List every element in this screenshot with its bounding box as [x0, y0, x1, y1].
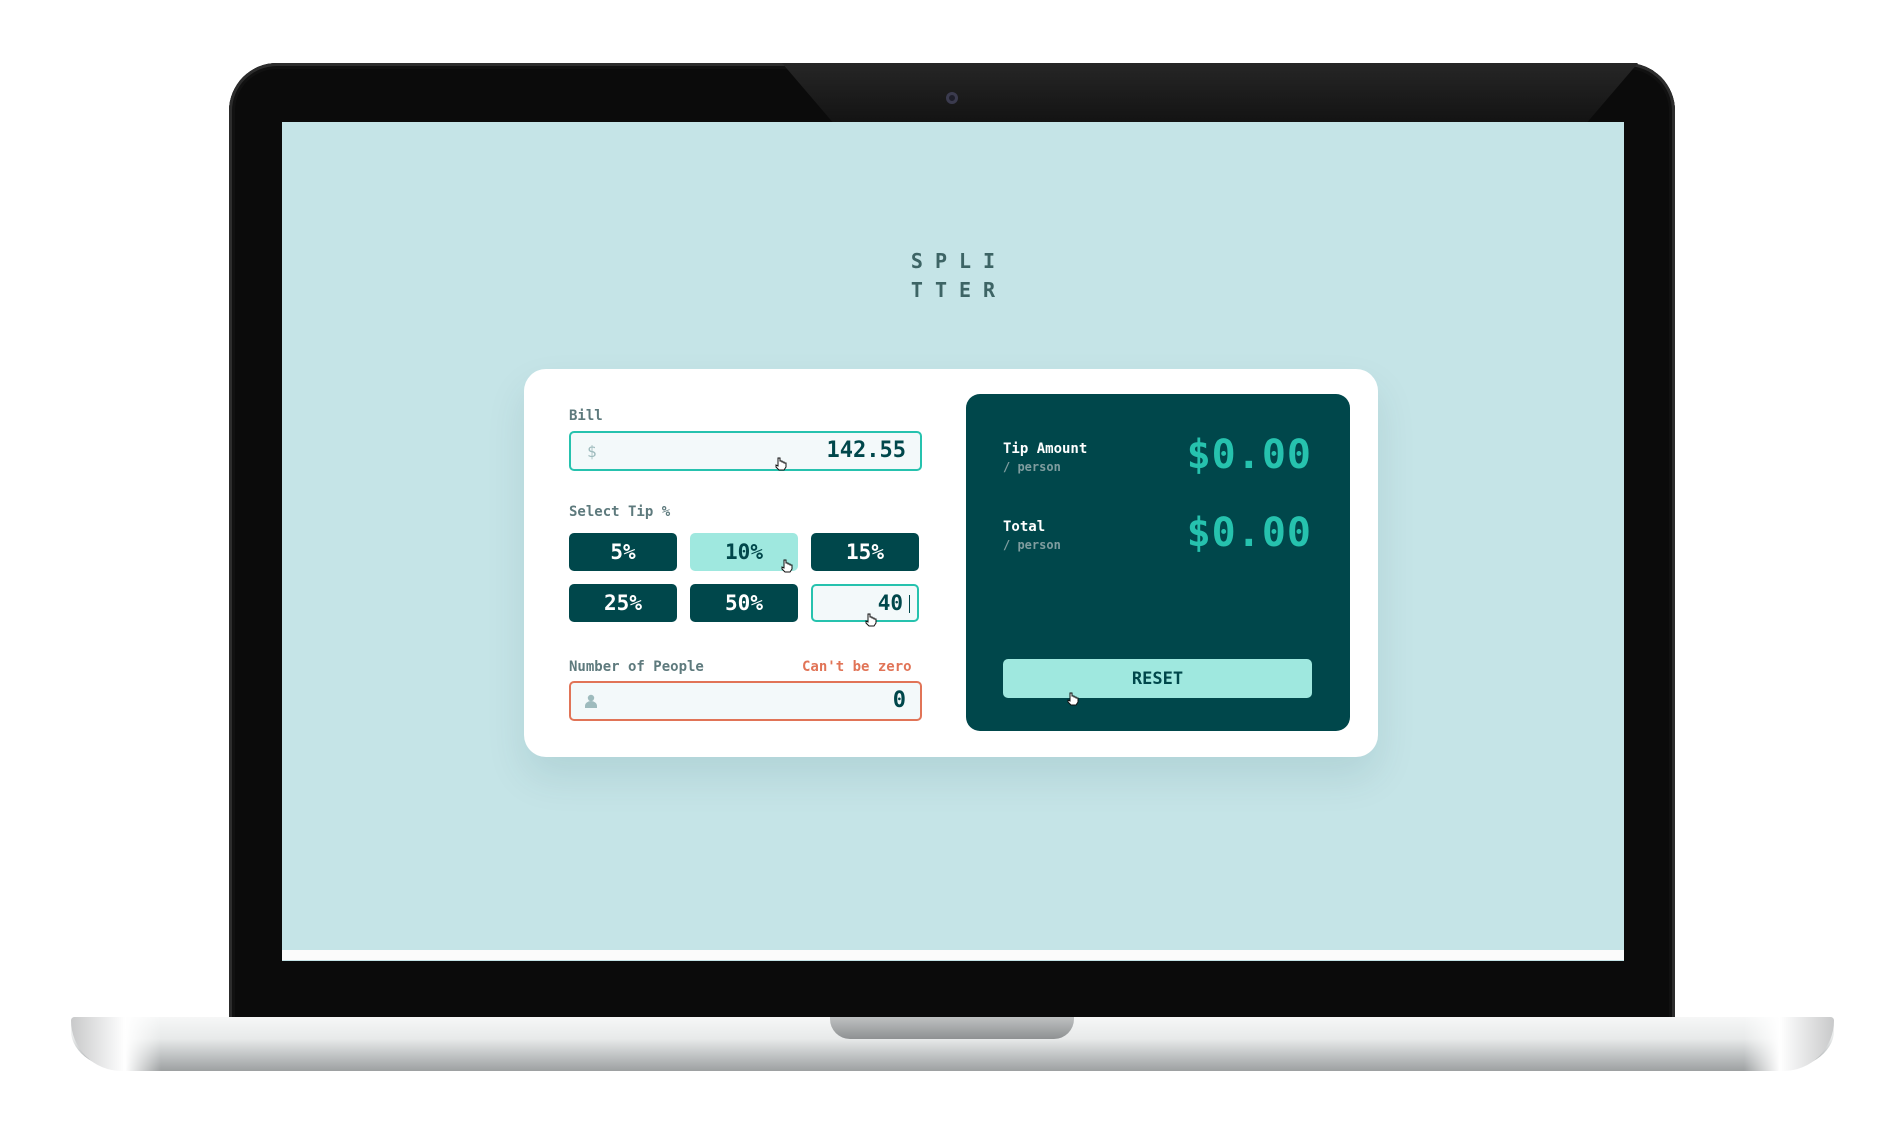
select-tip-label: Select Tip % — [569, 504, 671, 520]
calculator-card: Bill $ 142.55 Select Tip % 5% 10% 15% 25… — [524, 369, 1378, 757]
reset-button[interactable]: RESET — [1003, 659, 1312, 698]
total-label: Total — [1003, 519, 1046, 535]
tip-amount-label: Tip Amount — [1003, 441, 1088, 457]
people-label: Number of People — [569, 659, 704, 675]
app-screen: SPLI TTER Bill $ 142.55 Select Tip % 5% … — [282, 122, 1624, 961]
people-error-message: Can't be zero — [802, 659, 912, 675]
dollar-icon: $ — [587, 442, 597, 461]
people-value: 0 — [892, 688, 906, 713]
custom-tip-value: 40 — [877, 591, 903, 615]
tip-button-50[interactable]: 50% — [690, 584, 798, 622]
tip-button-15[interactable]: 15% — [811, 533, 919, 571]
text-caret — [909, 595, 910, 613]
hand-cursor-icon — [865, 613, 877, 627]
tip-amount-sublabel: / person — [1003, 460, 1061, 474]
tip-button-25[interactable]: 25% — [569, 584, 677, 622]
total-value: $0.00 — [1186, 510, 1312, 556]
logo-line-1: SPLI — [910, 249, 1008, 273]
total-sublabel: / person — [1003, 538, 1061, 552]
app-logo: SPLI TTER — [282, 247, 1624, 305]
results-panel: Tip Amount / person $0.00 Total / person… — [966, 394, 1350, 731]
person-icon — [585, 694, 597, 708]
people-input[interactable]: 0 — [569, 681, 922, 721]
laptop-hinge — [830, 1017, 1074, 1039]
logo-line-2: TTER — [910, 278, 1008, 302]
bill-label: Bill — [569, 408, 603, 424]
hand-cursor-icon — [1067, 692, 1079, 706]
hand-cursor-icon — [781, 559, 793, 573]
laptop-camera-notch — [782, 63, 1638, 123]
screen-bottom-strip — [282, 950, 1624, 960]
bill-input[interactable]: $ 142.55 — [569, 431, 922, 471]
bill-value: 142.55 — [826, 438, 906, 463]
camera-icon — [946, 92, 958, 104]
tip-button-5[interactable]: 5% — [569, 533, 677, 571]
hand-cursor-icon — [775, 457, 787, 471]
tip-amount-value: $0.00 — [1186, 432, 1312, 478]
